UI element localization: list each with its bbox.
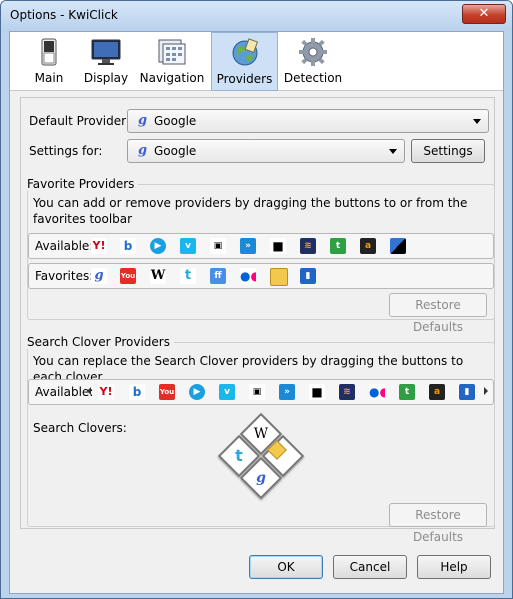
bing-icon[interactable]: b [129, 384, 145, 400]
clover-available-label: Available: [35, 385, 94, 399]
delicious-icon[interactable] [390, 238, 406, 254]
tab-providers-label: Providers [216, 72, 273, 86]
tab-navigation-label: Navigation [139, 71, 205, 85]
favorites-label: Favorites: [35, 269, 94, 283]
vimeo-icon[interactable]: v [219, 384, 235, 400]
google-icon: g [138, 113, 148, 128]
film-icon[interactable]: ▮ [300, 268, 316, 284]
chat-icon[interactable]: t [330, 238, 346, 254]
search-clover-widget: W t g [213, 412, 313, 507]
image-icon[interactable] [270, 268, 288, 286]
google-icon[interactable]: g [91, 268, 107, 284]
search-clover-title: Search Clover Providers [27, 335, 174, 349]
window-title: Options - KwiClick [10, 8, 118, 22]
cancel-button[interactable]: Cancel [333, 555, 407, 579]
amazon-icon[interactable]: a [360, 238, 376, 254]
chevron-down-icon [473, 119, 481, 124]
settings-for-value: Google [154, 144, 197, 158]
amazon-icon[interactable]: a [429, 384, 445, 400]
providers-panel: Default Provider: g Google Settings for:… [20, 97, 495, 544]
default-provider-value: Google [154, 114, 197, 128]
arrow-icon[interactable]: » [279, 384, 295, 400]
vimeo-icon[interactable]: v [180, 238, 196, 254]
clover-restore-defaults-button[interactable]: Restore Defaults [389, 503, 487, 544]
yahoo-icon[interactable]: Y! [98, 384, 114, 400]
settings-button[interactable]: Settings [411, 139, 485, 163]
ok-button[interactable]: OK [249, 555, 323, 579]
youtube-icon[interactable]: You [159, 384, 175, 400]
search-clover-group: Search Clover Providers You can replace … [27, 335, 495, 544]
tab-providers[interactable]: Providers [211, 32, 278, 91]
category-toolbar: Main Display Navigation Providers Detect… [10, 32, 503, 91]
search-clovers-label: Search Clovers: [33, 421, 127, 435]
twitter-icon[interactable]: t [180, 268, 196, 284]
tv-icon[interactable]: ▣ [249, 384, 265, 400]
favorite-providers-title: Favorite Providers [27, 177, 139, 191]
tab-main-label: Main [34, 71, 64, 85]
wikipedia-icon[interactable]: W [150, 268, 166, 284]
tab-display-label: Display [83, 71, 129, 85]
youtube-icon[interactable]: You [120, 268, 136, 284]
tv-icon[interactable]: ▣ [210, 238, 226, 254]
favorites-strip: Favorites: g You W t ff ●● ▮ [28, 263, 494, 289]
favorite-providers-group: Favorite Providers You can add or remove… [27, 177, 495, 334]
tab-main[interactable]: Main [24, 32, 74, 89]
options-window: Options - KwiClick ✕ Main Display Naviga… [0, 0, 513, 599]
settings-for-label: Settings for: [29, 144, 103, 158]
chevron-down-icon [389, 149, 397, 154]
available-label: Available: [35, 239, 94, 253]
camera-icon[interactable]: ■ [270, 238, 286, 254]
settings-for-combo[interactable]: g Google [127, 139, 405, 163]
monitor-icon [91, 39, 121, 65]
help-button[interactable]: Help [417, 555, 491, 579]
friendfeed-icon[interactable]: ff [210, 268, 226, 284]
wifi-icon[interactable]: ≋ [339, 384, 355, 400]
default-provider-label: Default Provider: [29, 114, 130, 128]
wifi-icon[interactable]: ≋ [300, 238, 316, 254]
clover-available-strip: Available: Y! b You ▶ v ▣ » ■ ≋ ●● t a ▮ [28, 379, 494, 405]
switch-icon [41, 38, 57, 66]
tab-detection-label: Detection [283, 71, 343, 85]
favorites-available-strip: Available: Y! b ▶ v ▣ » ■ ≋ t a [28, 233, 494, 259]
flickr-icon[interactable]: ●● [240, 268, 256, 284]
title-bar: Options - KwiClick ✕ [1, 1, 512, 31]
close-button[interactable]: ✕ [462, 4, 506, 24]
yahoo-icon[interactable]: Y! [91, 238, 107, 254]
arrow-icon[interactable]: » [240, 238, 256, 254]
scroll-right-icon[interactable] [484, 387, 488, 395]
google-icon: g [138, 143, 148, 158]
favorite-providers-description: You can add or remove providers by dragg… [33, 196, 468, 226]
globe-icon [232, 38, 258, 66]
dialog-client: Main Display Navigation Providers Detect… [9, 31, 504, 594]
tab-display[interactable]: Display [80, 32, 132, 89]
play-icon[interactable]: ▶ [189, 384, 205, 400]
flickr-icon[interactable]: ●● [369, 384, 385, 400]
bing-icon[interactable]: b [120, 238, 136, 254]
play-icon[interactable]: ▶ [150, 238, 166, 254]
camera-icon[interactable]: ■ [309, 384, 325, 400]
grid-icon [158, 39, 186, 65]
scroll-left-icon[interactable] [87, 387, 91, 395]
film-icon[interactable]: ▮ [459, 384, 475, 400]
chat-icon[interactable]: t [399, 384, 415, 400]
gear-icon [299, 38, 327, 66]
tab-detection[interactable]: Detection [282, 32, 344, 89]
tab-navigation[interactable]: Navigation [138, 32, 206, 89]
default-provider-combo[interactable]: g Google [127, 109, 489, 133]
favorites-restore-defaults-button[interactable]: Restore Defaults [389, 293, 487, 334]
google-icon: g [256, 470, 266, 486]
